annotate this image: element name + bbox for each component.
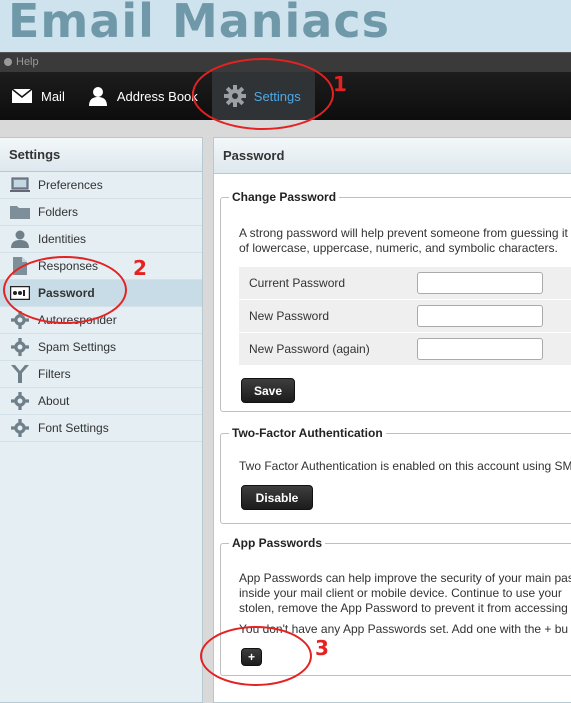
app-passwords-empty-text: You don't have any App Passwords set. Ad…	[239, 622, 569, 636]
sidebar-item-label: Password	[38, 286, 95, 300]
sidebar-item-spam-settings[interactable]: Spam Settings	[0, 334, 202, 361]
sidebar-item-label: Spam Settings	[38, 340, 117, 354]
page-body: Settings Preferences Folders Identities …	[0, 120, 571, 703]
settings-sidebar: Settings Preferences Folders Identities …	[0, 137, 203, 703]
two-factor-section: Two-Factor Authentication Two Factor Aut…	[220, 426, 571, 524]
disable-button[interactable]: Disable	[241, 485, 313, 510]
top-utility-bar: Help	[0, 52, 571, 72]
change-password-section: Change Password A strong password will h…	[220, 190, 571, 412]
nav-settings-label: Settings	[253, 88, 301, 104]
document-icon	[10, 257, 30, 275]
sidebar-item-folders[interactable]: Folders	[0, 199, 202, 226]
monitor-icon	[10, 176, 30, 194]
sidebar-item-label: Filters	[38, 367, 71, 381]
gear-icon	[10, 392, 30, 410]
two-factor-status-text: Two Factor Authentication is enabled on …	[239, 459, 571, 473]
sidebar-item-identities[interactable]: Identities	[0, 226, 202, 253]
new-password-again-input[interactable]	[417, 338, 543, 360]
add-app-password-button[interactable]: +	[241, 648, 262, 666]
sidebar-item-filters[interactable]: Filters	[0, 361, 202, 388]
panel-title: Password	[214, 138, 571, 174]
section-legend: App Passwords	[232, 536, 323, 550]
gear-icon	[10, 311, 30, 329]
form-row: New Password	[239, 300, 571, 333]
nav-address-book-label: Address Book	[116, 88, 198, 104]
nav-address-book[interactable]: Address Book	[77, 72, 210, 120]
gear-icon	[10, 419, 30, 437]
nav-mail-label: Mail	[41, 88, 65, 104]
sidebar-item-label: Font Settings	[38, 421, 109, 435]
gear-icon	[10, 338, 30, 356]
sidebar-item-label: Autoresponder	[38, 313, 117, 327]
folder-icon	[10, 203, 30, 221]
sidebar-item-responses[interactable]: Responses	[0, 253, 202, 280]
brand-banner: Email Maniacs	[0, 0, 571, 52]
annotation-number-2: 2	[133, 256, 147, 280]
app-passwords-info-line-2: inside your mail client or mobile device…	[239, 586, 562, 600]
form-row: New Password (again)	[239, 333, 571, 366]
app-passwords-info-line-1: App Passwords can help improve the secur…	[239, 571, 571, 585]
sidebar-title: Settings	[0, 138, 202, 172]
password-hint-line-2: of lowercase, uppercase, numeric, and sy…	[239, 241, 558, 255]
app-passwords-section: App Passwords App Passwords can help imp…	[220, 536, 571, 676]
sidebar-item-preferences[interactable]: Preferences	[0, 172, 202, 199]
form-row: Current Password	[239, 267, 571, 300]
section-legend: Two-Factor Authentication	[232, 426, 383, 440]
save-button[interactable]: Save	[241, 378, 295, 403]
section-legend: Change Password	[232, 190, 337, 204]
sidebar-item-label: Preferences	[38, 178, 103, 192]
help-link[interactable]: Help	[4, 56, 39, 68]
sidebar-item-label: Folders	[38, 205, 79, 219]
help-label: Help	[16, 56, 39, 68]
password-panel: Password Change Password A strong passwo…	[213, 137, 571, 703]
gear-icon	[223, 85, 246, 107]
person-icon	[10, 230, 30, 248]
sidebar-item-password[interactable]: Password	[0, 280, 202, 307]
annotation-number-3: 3	[315, 636, 329, 660]
password-form: Current Password New Password New Passwo…	[239, 267, 571, 366]
new-password-input[interactable]	[417, 305, 543, 327]
current-password-input[interactable]	[417, 272, 543, 294]
password-icon	[10, 284, 30, 302]
nav-mail[interactable]: Mail	[0, 72, 77, 120]
main-navigation: Mail Address Book Settings	[0, 72, 571, 120]
person-icon	[87, 85, 109, 107]
sidebar-item-label: About	[38, 394, 70, 408]
sidebar-item-label: Identities	[38, 232, 87, 246]
sidebar-item-about[interactable]: About	[0, 388, 202, 415]
new-password-label: New Password	[249, 309, 330, 323]
new-password-again-label: New Password (again)	[249, 342, 370, 356]
sidebar-item-label: Responses	[38, 259, 99, 273]
app-title: Email Maniacs	[8, 0, 390, 48]
current-password-label: Current Password	[249, 276, 346, 290]
nav-settings[interactable]: Settings	[211, 72, 315, 120]
filter-icon	[10, 365, 30, 383]
password-hint-line-1: A strong password will help prevent some…	[239, 226, 568, 240]
gear-icon	[4, 58, 12, 66]
envelope-icon	[11, 85, 33, 107]
app-passwords-info-line-3: stolen, remove the App Password to preve…	[239, 601, 568, 615]
sidebar-item-font-settings[interactable]: Font Settings	[0, 415, 202, 442]
sidebar-item-autoresponder[interactable]: Autoresponder	[0, 307, 202, 334]
annotation-number-1: 1	[333, 72, 347, 96]
